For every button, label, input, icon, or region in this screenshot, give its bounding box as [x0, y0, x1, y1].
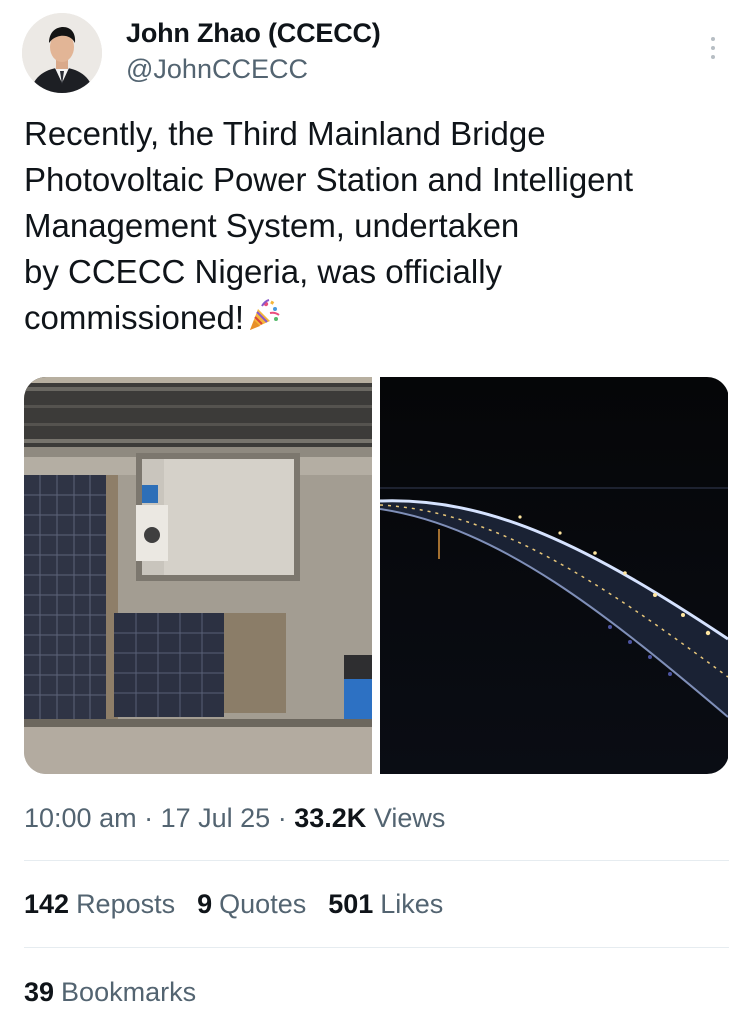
- quotes-stat[interactable]: 9 Quotes: [197, 889, 306, 920]
- divider: [24, 947, 729, 948]
- tweet-body: Recently, the Third Mainland Bridge Phot…: [24, 115, 634, 336]
- author-name[interactable]: John Zhao (CCECC): [126, 18, 381, 49]
- views-label: Views: [373, 803, 446, 833]
- more-options-button[interactable]: [698, 30, 728, 66]
- meta-separator: ·: [144, 803, 154, 833]
- likes-label: Likes: [380, 889, 444, 919]
- engagement-stats: 142 Reposts 9 Quotes 501 Likes: [24, 889, 443, 920]
- bookmarks-count: 39: [24, 977, 55, 1007]
- divider: [24, 860, 729, 861]
- aerial-solar-station-photo[interactable]: [24, 377, 372, 774]
- tweet-detail: John Zhao (CCECC) @JohnCCECC Recently, t…: [0, 0, 752, 1024]
- quotes-count: 9: [197, 889, 213, 919]
- quotes-label: Quotes: [219, 889, 307, 919]
- media-grid: [24, 377, 729, 774]
- reposts-stat[interactable]: 142 Reposts: [24, 889, 175, 920]
- more-dots-icon: [711, 37, 715, 41]
- tweet-text: Recently, the Third Mainland Bridge Phot…: [24, 111, 736, 345]
- party-popper-icon: [246, 297, 282, 345]
- likes-count: 501: [328, 889, 374, 919]
- bookmarks-label: Bookmarks: [61, 977, 197, 1007]
- night-bridge-photo[interactable]: [380, 377, 728, 774]
- reposts-count: 142: [24, 889, 70, 919]
- bookmarks-stat[interactable]: 39 Bookmarks: [24, 977, 196, 1008]
- meta-separator: ·: [277, 803, 287, 833]
- tweet-time[interactable]: 10:00 am: [24, 803, 137, 833]
- views-count: 33.2K: [294, 803, 367, 833]
- avatar[interactable]: [22, 13, 102, 93]
- reposts-label: Reposts: [76, 889, 176, 919]
- tweet-meta: 10:00 am · 17 Jul 25 · 33.2K Views: [24, 803, 445, 834]
- likes-stat[interactable]: 501 Likes: [328, 889, 443, 920]
- author-handle[interactable]: @JohnCCECC: [126, 54, 308, 85]
- tweet-date[interactable]: 17 Jul 25: [161, 803, 271, 833]
- profile-photo-icon: [22, 13, 102, 93]
